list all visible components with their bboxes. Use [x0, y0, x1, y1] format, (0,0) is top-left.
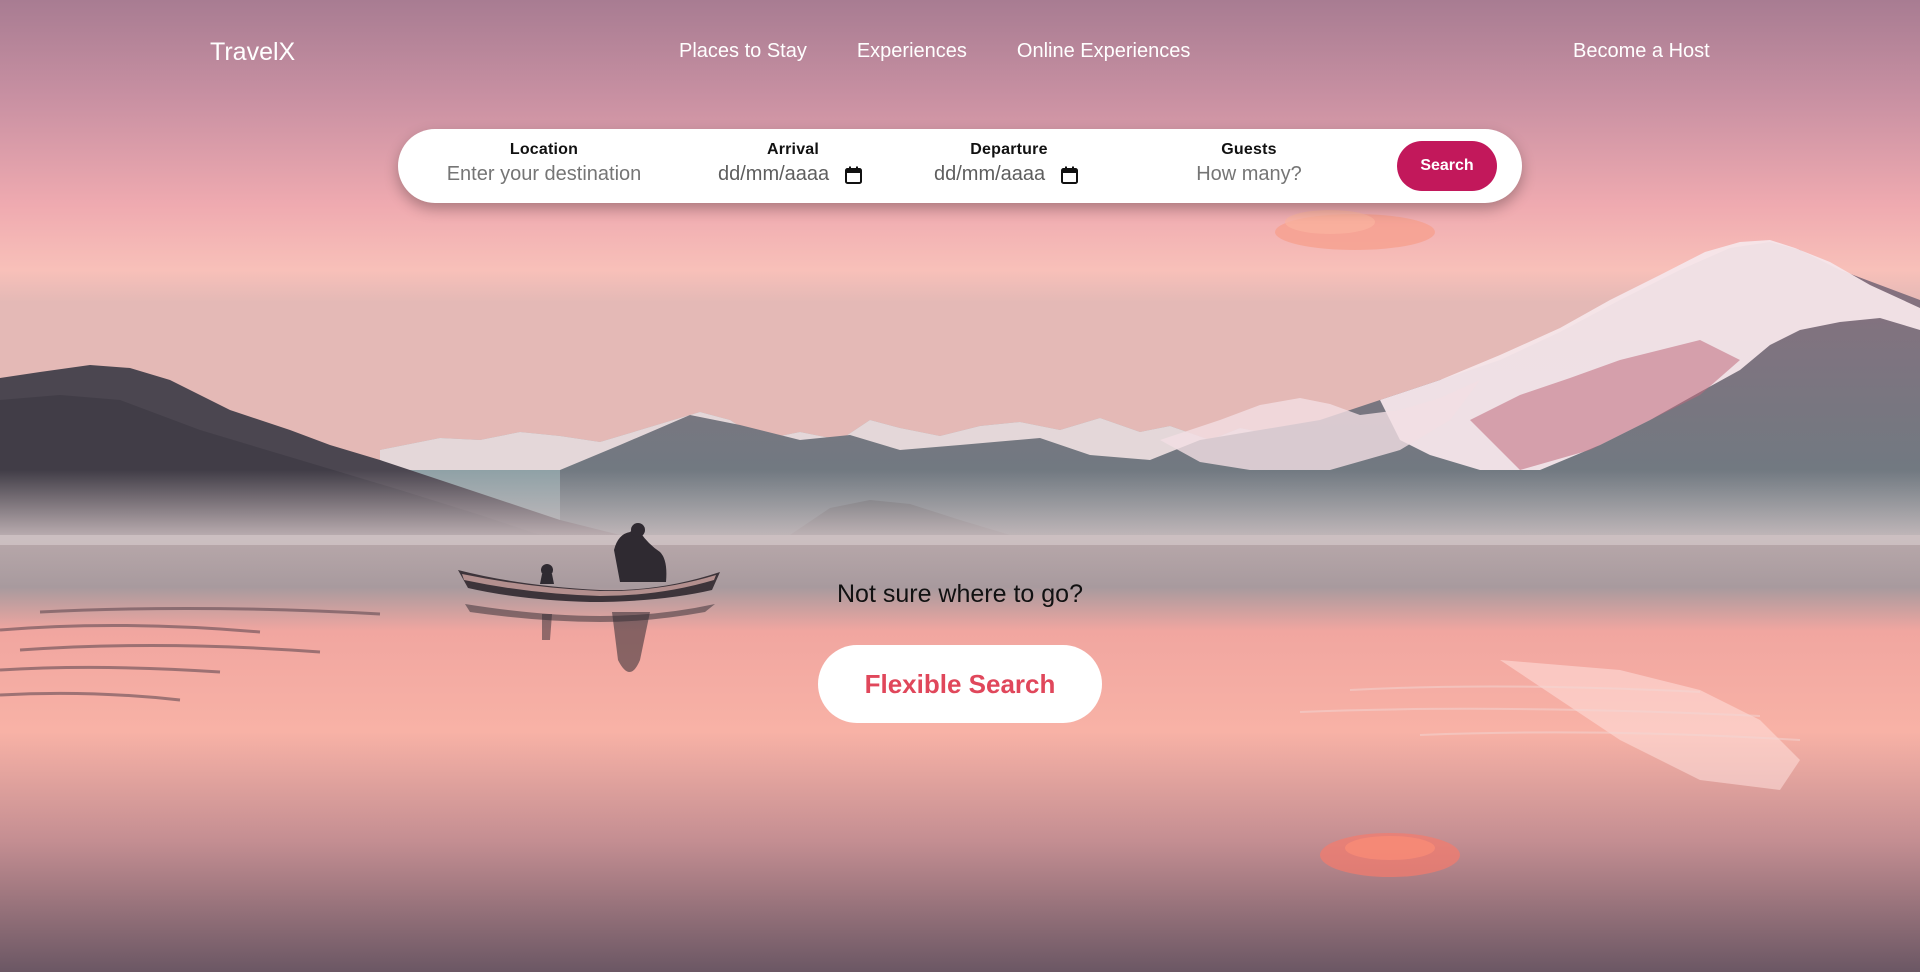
nav-online-experiences[interactable]: Online Experiences [1017, 40, 1190, 63]
arrival-date-input[interactable]: dd/mm/aaaa [718, 163, 868, 186]
nav-experiences[interactable]: Experiences [857, 40, 967, 63]
search-bar: Location Arrival dd/mm/aaaa Departure dd… [398, 129, 1522, 203]
departure-date-input[interactable]: dd/mm/aaaa [934, 163, 1084, 186]
main-nav: Places to Stay Experiences Online Experi… [679, 40, 1190, 63]
departure-field: Departure dd/mm/aaaa [934, 141, 1084, 186]
location-label: Location [509, 141, 579, 158]
arrival-label: Arrival [766, 141, 820, 158]
page: TravelX Places to Stay Experiences Onlin… [0, 0, 1920, 972]
calendar-icon[interactable] [845, 166, 863, 184]
arrival-date-placeholder: dd/mm/aaaa [718, 163, 830, 185]
location-field: Location [444, 141, 644, 186]
flexible-search-button[interactable]: Flexible Search [818, 645, 1102, 723]
search-button[interactable]: Search [1397, 141, 1497, 191]
flexible-search-prompt: Not sure where to go? [837, 580, 1083, 608]
guests-label: Guests [1221, 141, 1277, 158]
guests-field: Guests [1174, 141, 1324, 186]
departure-date-placeholder: dd/mm/aaaa [934, 163, 1046, 185]
location-input[interactable] [444, 163, 644, 186]
calendar-icon[interactable] [1061, 166, 1079, 184]
guests-input[interactable] [1179, 163, 1319, 186]
departure-label: Departure [970, 141, 1048, 158]
become-a-host-link[interactable]: Become a Host [1573, 40, 1710, 63]
top-navigation: TravelX Places to Stay Experiences Onlin… [0, 0, 1920, 100]
nav-places-to-stay[interactable]: Places to Stay [679, 40, 807, 63]
logo[interactable]: TravelX [210, 38, 295, 67]
arrival-field: Arrival dd/mm/aaaa [718, 141, 868, 186]
